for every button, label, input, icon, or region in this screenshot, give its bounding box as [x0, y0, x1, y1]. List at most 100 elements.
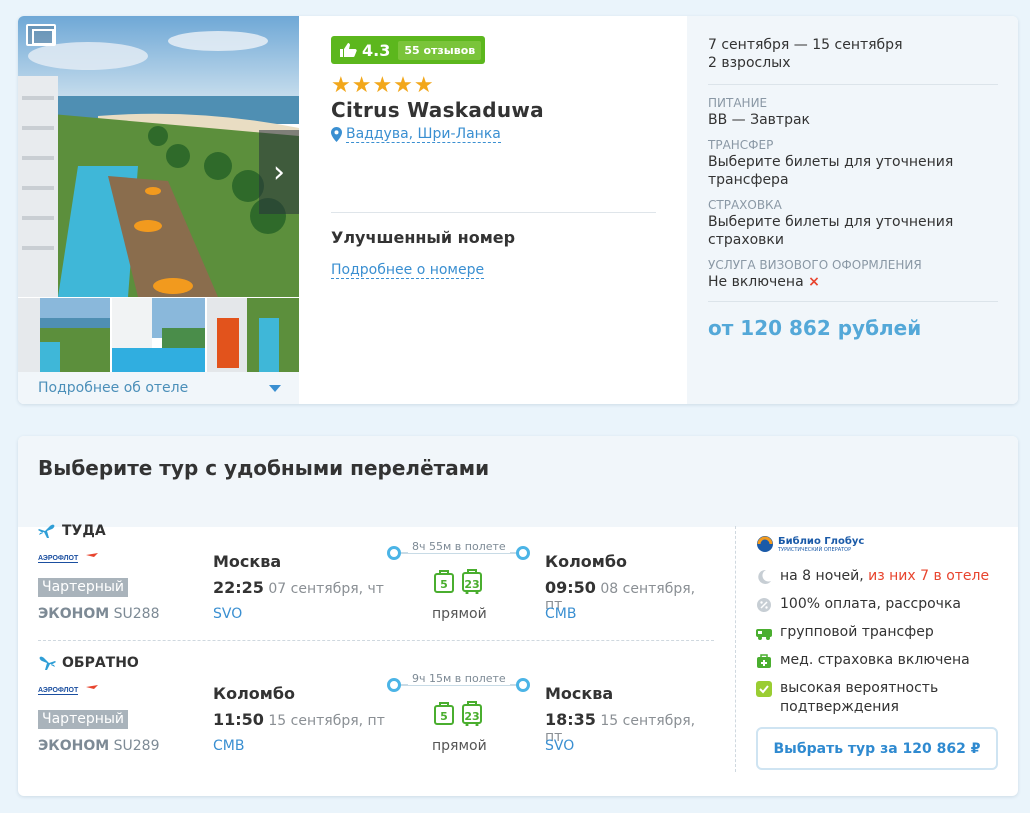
outbound-direction-label: ТУДА	[62, 523, 106, 539]
arrival-time: 09:50	[545, 578, 596, 597]
tour-details: Библио Глобус ТУРИСТИЧЕСКИЙ ОПЕРАТОР на …	[756, 530, 999, 717]
rating-score: 4.3	[362, 40, 391, 60]
return-class: ЭКОНОМ SU289	[38, 738, 159, 754]
hand-luggage-kg: 5	[440, 710, 448, 723]
reviews-count: 55 отзывов	[398, 40, 482, 60]
hotel-main-photo[interactable]: ›	[18, 16, 299, 297]
destination-dot	[516, 546, 530, 560]
departure-airport: CMB	[213, 738, 245, 754]
percent-icon	[757, 598, 771, 612]
hand-luggage-icon: 5	[433, 700, 455, 726]
operator-text: Библио Глобус ТУРИСТИЧЕСКИЙ ОПЕРАТОР	[778, 536, 864, 553]
thumbnail-3[interactable]	[206, 298, 299, 372]
arrival-airport: CMB	[545, 606, 577, 622]
visa-label: УСЛУГА ВИЗОВОГО ОФОРМЛЕНИЯ	[708, 258, 922, 272]
departure-time-row: 11:50 15 сентября, пт	[213, 710, 385, 729]
aeroflot-logo: АЭРОФЛОТ	[38, 553, 98, 563]
origin-dot	[387, 678, 401, 692]
choose-tour-button[interactable]: Выбрать тур за 120 862 ₽	[756, 727, 998, 770]
operator-subtitle: ТУРИСТИЧЕСКИЙ ОПЕРАТОР	[778, 546, 852, 553]
operator-logo: Библио Глобус ТУРИСТИЧЕСКИЙ ОПЕРАТОР	[756, 530, 999, 558]
hand-luggage-icon: 5	[433, 568, 455, 594]
departure-date: 15 сентября, пт	[268, 713, 385, 729]
hand-luggage-kg: 5	[440, 578, 448, 591]
checked-luggage-icon: 23	[461, 568, 483, 595]
flight-number: SU288	[113, 606, 160, 622]
vertical-separator	[735, 526, 736, 772]
checked-luggage-kg: 23	[464, 710, 480, 723]
charter-badge: Чартерный	[38, 710, 129, 729]
return-flight[interactable]: ОБРАТНО АЭРОФЛОТ Чартерный ЭКОНОМ SU289 …	[38, 654, 714, 774]
departure-time: 22:25	[213, 578, 264, 597]
class-label: ЭКОНОМ	[38, 738, 110, 754]
outbound-airline-name: АЭРОФЛОТ	[38, 555, 79, 562]
outbound-flight[interactable]: ТУДА АЭРОФЛОТ Чартерный ЭКОНОМ SU288 Мос…	[38, 522, 714, 642]
moon-icon	[758, 569, 771, 584]
departure-airport: SVO	[213, 606, 243, 622]
insurance-value: Выберите билеты для уточнения страховки	[708, 214, 954, 248]
return-direction: ОБРАТНО	[38, 654, 714, 672]
check-icon	[756, 681, 772, 697]
info-divider	[331, 212, 656, 213]
tour-guests: 2 взрослых	[708, 55, 791, 71]
aeroflot-logo: АЭРОФЛОТ	[38, 685, 98, 695]
nights-text-wrap: на 8 ночей, из них 7 в отеле	[780, 567, 989, 586]
outbound-class: ЭКОНОМ SU288	[38, 606, 159, 622]
transfer-label: ТРАНСФЕР	[708, 138, 774, 152]
checked-luggage-kg: 23	[464, 578, 480, 591]
plane-icon	[38, 524, 55, 538]
hotel-stars: ★★★★★	[331, 73, 435, 98]
medical-kit-icon	[757, 654, 771, 668]
hotel-card: › Подробнее об отеле 4.3 55 отзывов ★★★★…	[18, 16, 1018, 404]
chevron-right-icon: ›	[273, 154, 285, 190]
visa-value: Не включена	[708, 274, 804, 290]
baggage-info: 5 23	[433, 700, 483, 727]
departure-city: Москва	[213, 552, 282, 571]
charter-badge: Чартерный	[38, 578, 129, 597]
summary-divider	[708, 84, 998, 85]
destination-dot	[516, 678, 530, 692]
departure-date: 07 сентября, чт	[268, 581, 384, 597]
hotel-location: Ваддува, Шри-Ланка	[331, 126, 661, 143]
feature-confirmation: высокая вероятность подтверждения	[756, 679, 999, 717]
room-title: Улучшенный номер	[331, 228, 516, 247]
hotel-name: Citrus Waskaduwa	[331, 98, 544, 122]
return-airline-name: АЭРОФЛОТ	[38, 687, 79, 694]
insurance-text: мед. страховка включена	[780, 652, 970, 668]
flights-title: Выберите тур с удобными перелётами	[38, 456, 490, 480]
thumbs-up-icon	[340, 43, 357, 57]
operator-name: Библио Глобус	[778, 535, 865, 547]
origin-dot	[387, 546, 401, 560]
feature-payment: 100% оплата, рассрочка	[756, 595, 999, 614]
more-about-hotel-label: Подробнее об отеле	[38, 380, 189, 396]
departure-time: 11:50	[213, 710, 264, 729]
thumbnail-2[interactable]	[112, 298, 205, 372]
room-details-link[interactable]: Подробнее о номере	[331, 262, 485, 279]
more-about-hotel-toggle[interactable]: Подробнее об отеле	[18, 372, 299, 404]
next-photo-button[interactable]: ›	[259, 130, 299, 214]
visa-value-row: Не включена ×	[708, 273, 998, 291]
transfer-value: Выберите билеты для уточнения трансфера	[708, 154, 954, 188]
rating-badge[interactable]: 4.3 55 отзывов	[331, 36, 486, 64]
arrival-city: Коломбо	[545, 552, 628, 571]
stops-info: прямой	[432, 606, 487, 622]
flights-header: Выберите тур с удобными перелётами	[18, 436, 1018, 527]
feature-nights: на 8 ночей, из них 7 в отеле	[756, 567, 999, 586]
nights-hotel-text: из них 7 в отеле	[868, 568, 990, 584]
feature-transfer: групповой трансфер	[756, 623, 999, 642]
tour-price: от 120 862 рублей	[708, 316, 922, 340]
flight-duration: 8ч 55м в полете	[408, 540, 510, 553]
location-link[interactable]: Ваддува, Шри-Ланка	[346, 126, 501, 143]
class-label: ЭКОНОМ	[38, 606, 110, 622]
flight-separator	[38, 640, 714, 641]
thumbnail-1[interactable]	[18, 298, 111, 372]
price-divider	[708, 301, 998, 302]
feature-insurance: мед. страховка включена	[756, 651, 999, 670]
plane-return-icon	[39, 656, 56, 670]
hotel-info: 4.3 55 отзывов ★★★★★ Citrus Waskaduwa Ва…	[331, 36, 661, 143]
nights-text: на 8 ночей,	[780, 568, 869, 584]
tour-summary: 7 сентября — 15 сентября 2 взрослых ПИТА…	[687, 16, 1018, 404]
fullscreen-icon[interactable]	[26, 24, 56, 46]
outbound-direction: ТУДА	[38, 522, 714, 540]
flight-number: SU289	[113, 738, 160, 754]
